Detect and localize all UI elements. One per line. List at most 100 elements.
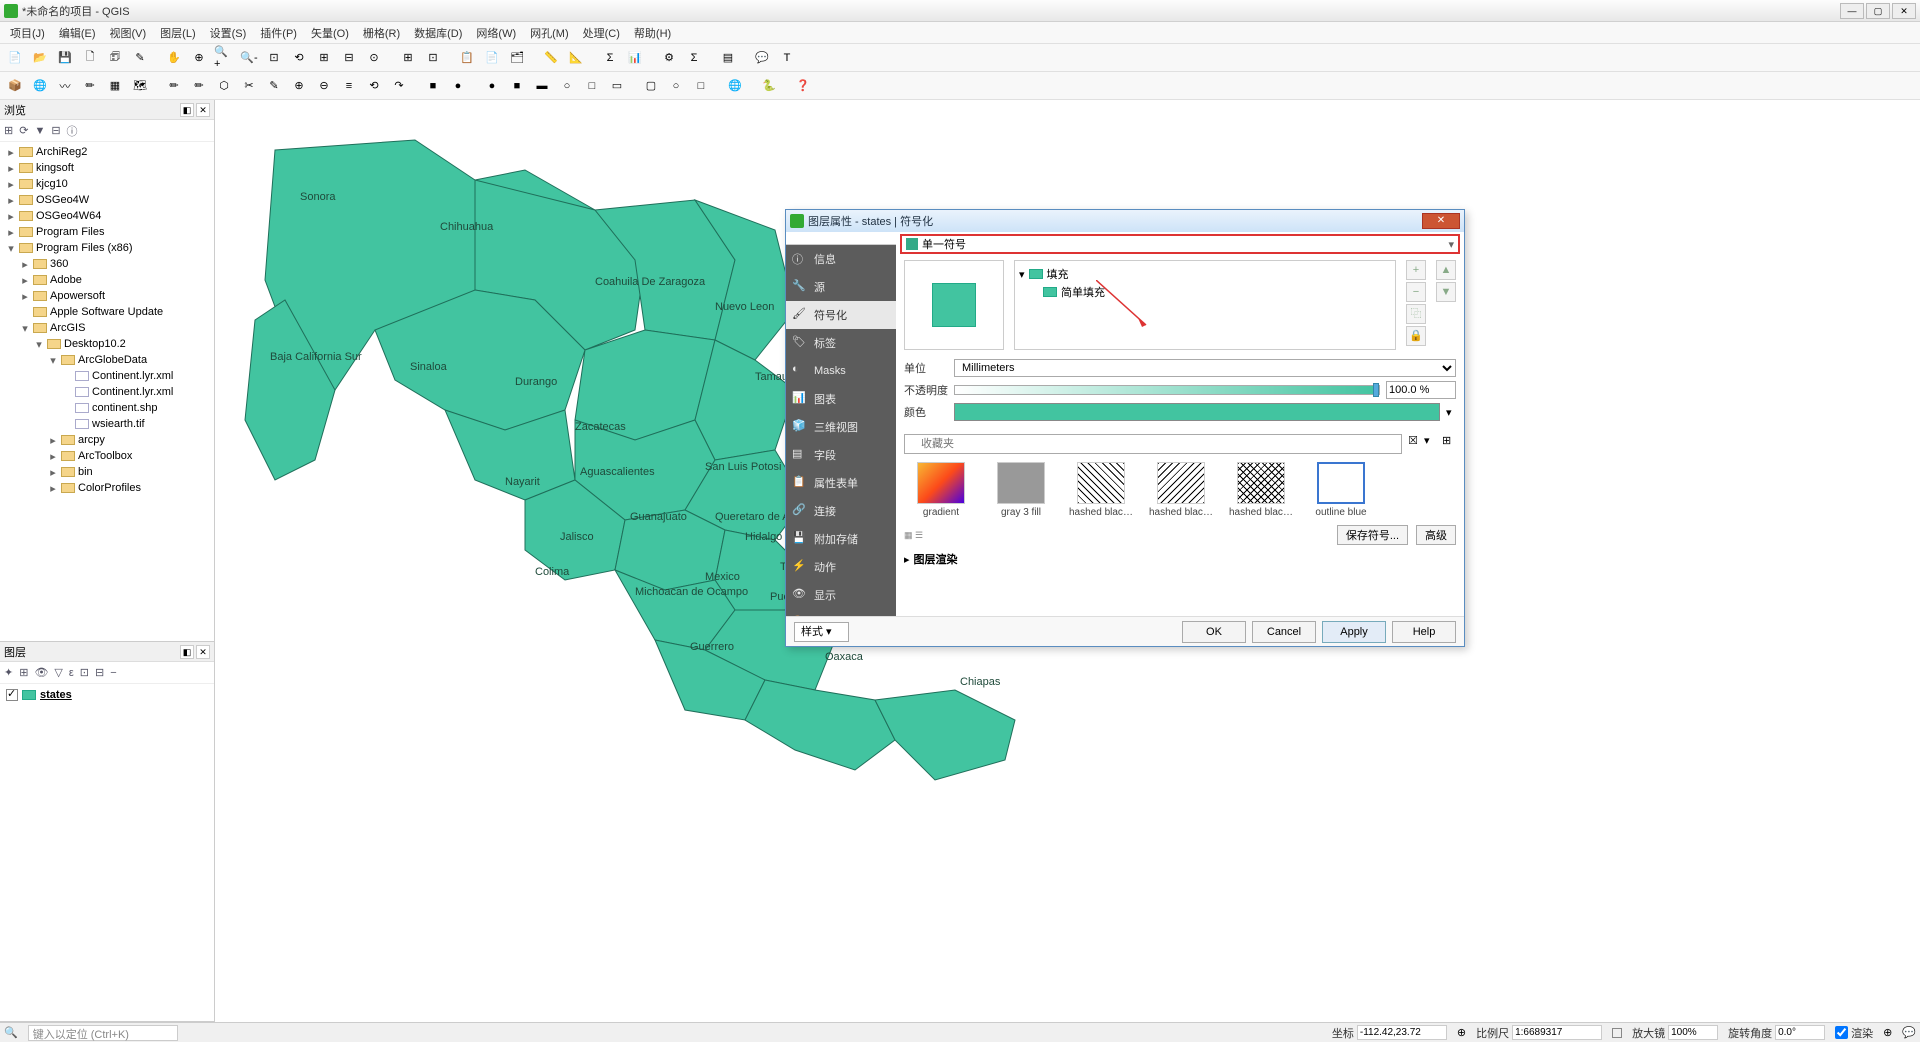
toolbar-button[interactable]: ⊙ (363, 47, 385, 69)
style-mgr-icon[interactable]: ⊞ (1442, 434, 1456, 454)
symbol-layer-tree[interactable]: ▾填充 简单填充 (1014, 260, 1396, 350)
duplicate-button[interactable]: ⿻ (1406, 304, 1426, 324)
minimize-button[interactable]: — (1840, 3, 1864, 19)
toolbar-button[interactable]: 💾 (54, 47, 76, 69)
move-up-button[interactable]: ▲ (1436, 260, 1456, 280)
style-item[interactable]: hashed black X (1230, 462, 1292, 518)
dialog-search[interactable] (786, 232, 896, 245)
toolbar-button[interactable]: ▬ (531, 75, 553, 97)
visibility-icon[interactable]: 👁 (34, 666, 48, 679)
properties-icon[interactable]: ⓘ (67, 123, 78, 139)
messages-icon[interactable]: 💬 (1902, 1026, 1916, 1039)
toolbar-button[interactable]: ❓ (792, 75, 814, 97)
toolbar-button[interactable]: ✏ (163, 75, 185, 97)
tree-item[interactable]: ▸arcpy (2, 432, 212, 448)
sidebar-tab-渲染[interactable]: 🎨渲染 (786, 609, 896, 616)
view-icons[interactable]: ▦ ☰ (904, 530, 923, 541)
style-item[interactable]: hashed black \ (1150, 462, 1212, 518)
toolbar-button[interactable]: T (776, 47, 798, 69)
toolbar-button[interactable]: ▭ (606, 75, 628, 97)
sidebar-tab-Masks[interactable]: ◐Masks (786, 357, 896, 385)
toolbar-button[interactable]: ⟲ (288, 47, 310, 69)
style-item[interactable]: hashed black / (1070, 462, 1132, 518)
menu-item[interactable]: 数据库(D) (408, 23, 468, 43)
dialog-close-button[interactable]: ✕ (1422, 213, 1460, 229)
menu-item[interactable]: 网络(W) (470, 23, 522, 43)
chevron-down-icon[interactable]: ▾ (1446, 406, 1456, 419)
render-checkbox[interactable] (1835, 1026, 1848, 1039)
chevron-down-icon[interactable]: ▾ (1424, 434, 1438, 454)
sidebar-tab-信息[interactable]: ⓘ信息 (786, 245, 896, 273)
opacity-slider[interactable] (954, 385, 1380, 395)
lock-button[interactable]: 🔒 (1406, 326, 1426, 346)
tree-item[interactable]: Continent.lyr.xml (2, 368, 212, 384)
layer-checkbox[interactable] (6, 689, 18, 701)
tree-item[interactable]: Apple Software Update (2, 304, 212, 320)
extents-icon[interactable]: ⊕ (1457, 1026, 1466, 1039)
toolbar-button[interactable]: ✎ (263, 75, 285, 97)
sidebar-tab-附加存储[interactable]: 💾附加存储 (786, 525, 896, 553)
toolbar-button[interactable]: ■ (506, 75, 528, 97)
locator-input[interactable]: 键入以定位 (Ctrl+K) (28, 1025, 178, 1041)
toolbar-button[interactable]: ✋ (163, 47, 185, 69)
tree-item[interactable]: Continent.lyr.xml (2, 384, 212, 400)
help-button[interactable]: Help (1392, 621, 1456, 643)
tree-item[interactable]: ▸360 (2, 256, 212, 272)
sidebar-tab-标签[interactable]: 🏷标签 (786, 329, 896, 357)
save-symbol-button[interactable]: 保存符号... (1337, 525, 1408, 545)
collapse-icon[interactable]: ⊟ (51, 124, 60, 137)
close-button[interactable]: ✕ (1892, 3, 1916, 19)
sidebar-tab-连接[interactable]: 🔗连接 (786, 497, 896, 525)
toolbar-button[interactable]: ✏ (79, 75, 101, 97)
tree-item[interactable]: ▾Desktop10.2 (2, 336, 212, 352)
menu-item[interactable]: 矢量(O) (305, 23, 355, 43)
browser-tree[interactable]: ▸ArchiReg2▸kingsoft▸kjcg10▸OSGeo4W▸OSGeo… (0, 142, 214, 641)
toolbar-button[interactable]: ⊖ (313, 75, 335, 97)
sidebar-tab-图表[interactable]: 📊图表 (786, 385, 896, 413)
lock-scale-button[interactable] (1612, 1028, 1622, 1038)
symbol-type-dropdown[interactable]: 单一符号 ▾ (900, 234, 1460, 254)
style-gallery[interactable]: gradientgray 3 fillhashed black /hashed … (896, 458, 1464, 522)
tree-item[interactable]: continent.shp (2, 400, 212, 416)
magnifier-input[interactable] (1668, 1025, 1718, 1040)
style-item[interactable]: gradient (910, 462, 972, 518)
layer-item[interactable]: states (2, 686, 212, 704)
panel-undock-button[interactable]: ◧ (180, 645, 194, 659)
favorites-search-input[interactable] (904, 434, 1402, 454)
toolbar-button[interactable]: Σ (683, 47, 705, 69)
panel-close-button[interactable]: ✕ (196, 103, 210, 117)
toolbar-button[interactable]: ✏ (188, 75, 210, 97)
apply-button[interactable]: Apply (1322, 621, 1386, 643)
toolbar-button[interactable]: ▤ (717, 47, 739, 69)
menu-item[interactable]: 帮助(H) (628, 23, 677, 43)
move-down-button[interactable]: ▼ (1436, 282, 1456, 302)
menu-item[interactable]: 项目(J) (4, 23, 51, 43)
ok-button[interactable]: OK (1182, 621, 1246, 643)
menu-item[interactable]: 网孔(M) (524, 23, 575, 43)
toolbar-button[interactable]: 🗊 (104, 47, 126, 69)
toolbar-button[interactable]: 〰 (54, 75, 76, 97)
remove-symbol-layer-button[interactable]: − (1406, 282, 1426, 302)
crs-icon[interactable]: ⊕ (1883, 1026, 1892, 1039)
expand-icon[interactable]: ⊡ (80, 666, 89, 679)
tree-item[interactable]: ▸kjcg10 (2, 176, 212, 192)
toolbar-button[interactable]: ⊡ (263, 47, 285, 69)
toolbar-button[interactable]: ● (481, 75, 503, 97)
scale-input[interactable] (1512, 1025, 1602, 1040)
toolbar-button[interactable]: ▢ (640, 75, 662, 97)
toolbar-button[interactable]: 🔍- (238, 47, 260, 69)
toolbar-button[interactable]: 🌐 (29, 75, 51, 97)
panel-close-button[interactable]: ✕ (196, 645, 210, 659)
sidebar-tab-属性表单[interactable]: 📋属性表单 (786, 469, 896, 497)
toolbar-button[interactable]: ⬡ (213, 75, 235, 97)
tree-item[interactable]: ▾Program Files (x86) (2, 240, 212, 256)
expand-icon[interactable]: ▾ (1019, 268, 1025, 281)
layers-tree[interactable]: states (0, 684, 214, 1021)
toolbar-button[interactable]: ≡ (338, 75, 360, 97)
toolbar-button[interactable]: 📂 (29, 47, 51, 69)
tree-item[interactable]: ▸ArchiReg2 (2, 144, 212, 160)
toolbar-button[interactable]: 📊 (624, 47, 646, 69)
tree-item[interactable]: ▾ArcGIS (2, 320, 212, 336)
tree-item[interactable]: ▸Program Files (2, 224, 212, 240)
toolbar-button[interactable]: ↷ (388, 75, 410, 97)
